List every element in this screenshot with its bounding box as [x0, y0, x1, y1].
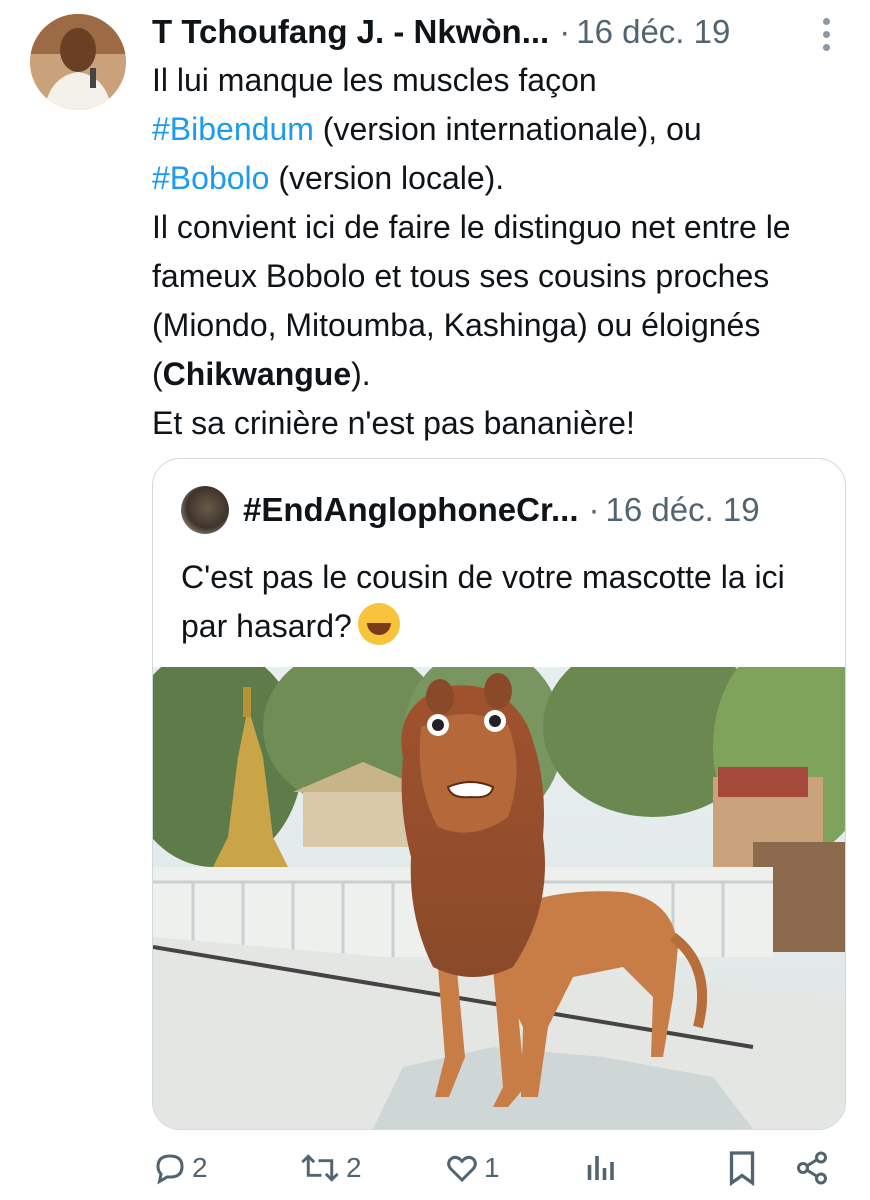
quoted-author-name[interactable]: #EndAnglophoneCr...: [243, 491, 579, 529]
author-name[interactable]: T Tchoufang J. - Nkwòn...: [152, 13, 549, 51]
retweet-icon: [301, 1154, 339, 1182]
like-button[interactable]: 1: [444, 1150, 500, 1186]
quoted-author-avatar[interactable]: [181, 486, 229, 534]
quoted-tweet-image[interactable]: [153, 667, 845, 1129]
separator-dot: ·: [588, 491, 600, 528]
bold-text: Chikwangue: [162, 356, 352, 392]
quoted-tweet-text: C'est pas le cousin de votre mascotte la…: [181, 553, 821, 651]
bookmark-button[interactable]: [728, 1150, 756, 1186]
reply-count: 2: [192, 1152, 208, 1183]
views-button[interactable]: [584, 1150, 616, 1186]
separator-dot: ·: [559, 13, 571, 50]
text-segment: (version locale).: [269, 160, 505, 196]
tears-of-joy-emoji-icon: [357, 603, 400, 645]
author-avatar-image: [30, 14, 126, 110]
quoted-tweet-date[interactable]: 16 déc. 19: [606, 491, 760, 529]
bookmark-icon: [729, 1151, 755, 1186]
text-segment: ).: [351, 356, 371, 392]
tweet-date[interactable]: 16 déc. 19: [576, 13, 730, 51]
tweet-header: T Tchoufang J. - Nkwòn... · 16 déc. 19: [152, 10, 840, 54]
share-icon: [797, 1151, 827, 1185]
hashtag-link[interactable]: #Bobolo: [152, 160, 269, 196]
reply-button[interactable]: 2: [152, 1150, 208, 1186]
action-bar: 2 2 1: [152, 1142, 852, 1194]
like-icon: [447, 1155, 477, 1183]
author-avatar[interactable]: [30, 14, 126, 110]
quoted-tweet[interactable]: #EndAnglophoneCr... · 16 déc. 19 C'est p…: [152, 458, 846, 1130]
retweet-count: 2: [346, 1152, 362, 1183]
like-count: 1: [484, 1152, 500, 1183]
text-line: Il lui manque les muscles façon: [152, 62, 597, 98]
retweet-button[interactable]: 2: [298, 1150, 362, 1186]
quoted-text: C'est pas le cousin de votre mascotte la…: [181, 559, 785, 644]
hashtag-link[interactable]: #Bibendum: [152, 111, 314, 147]
views-icon: [587, 1156, 614, 1180]
text-line: Et sa crinière n'est pas bananière!: [152, 405, 635, 441]
quoted-tweet-header: #EndAnglophoneCr... · 16 déc. 19: [181, 485, 825, 535]
text-segment: (version internationale), ou: [313, 111, 702, 147]
reply-icon: [156, 1154, 184, 1185]
tweet-text: Il lui manque les muscles façon #Bibendu…: [152, 56, 852, 448]
share-button[interactable]: [794, 1150, 830, 1186]
lion-statue-photo: [153, 667, 845, 1129]
more-icon[interactable]: [814, 14, 838, 54]
